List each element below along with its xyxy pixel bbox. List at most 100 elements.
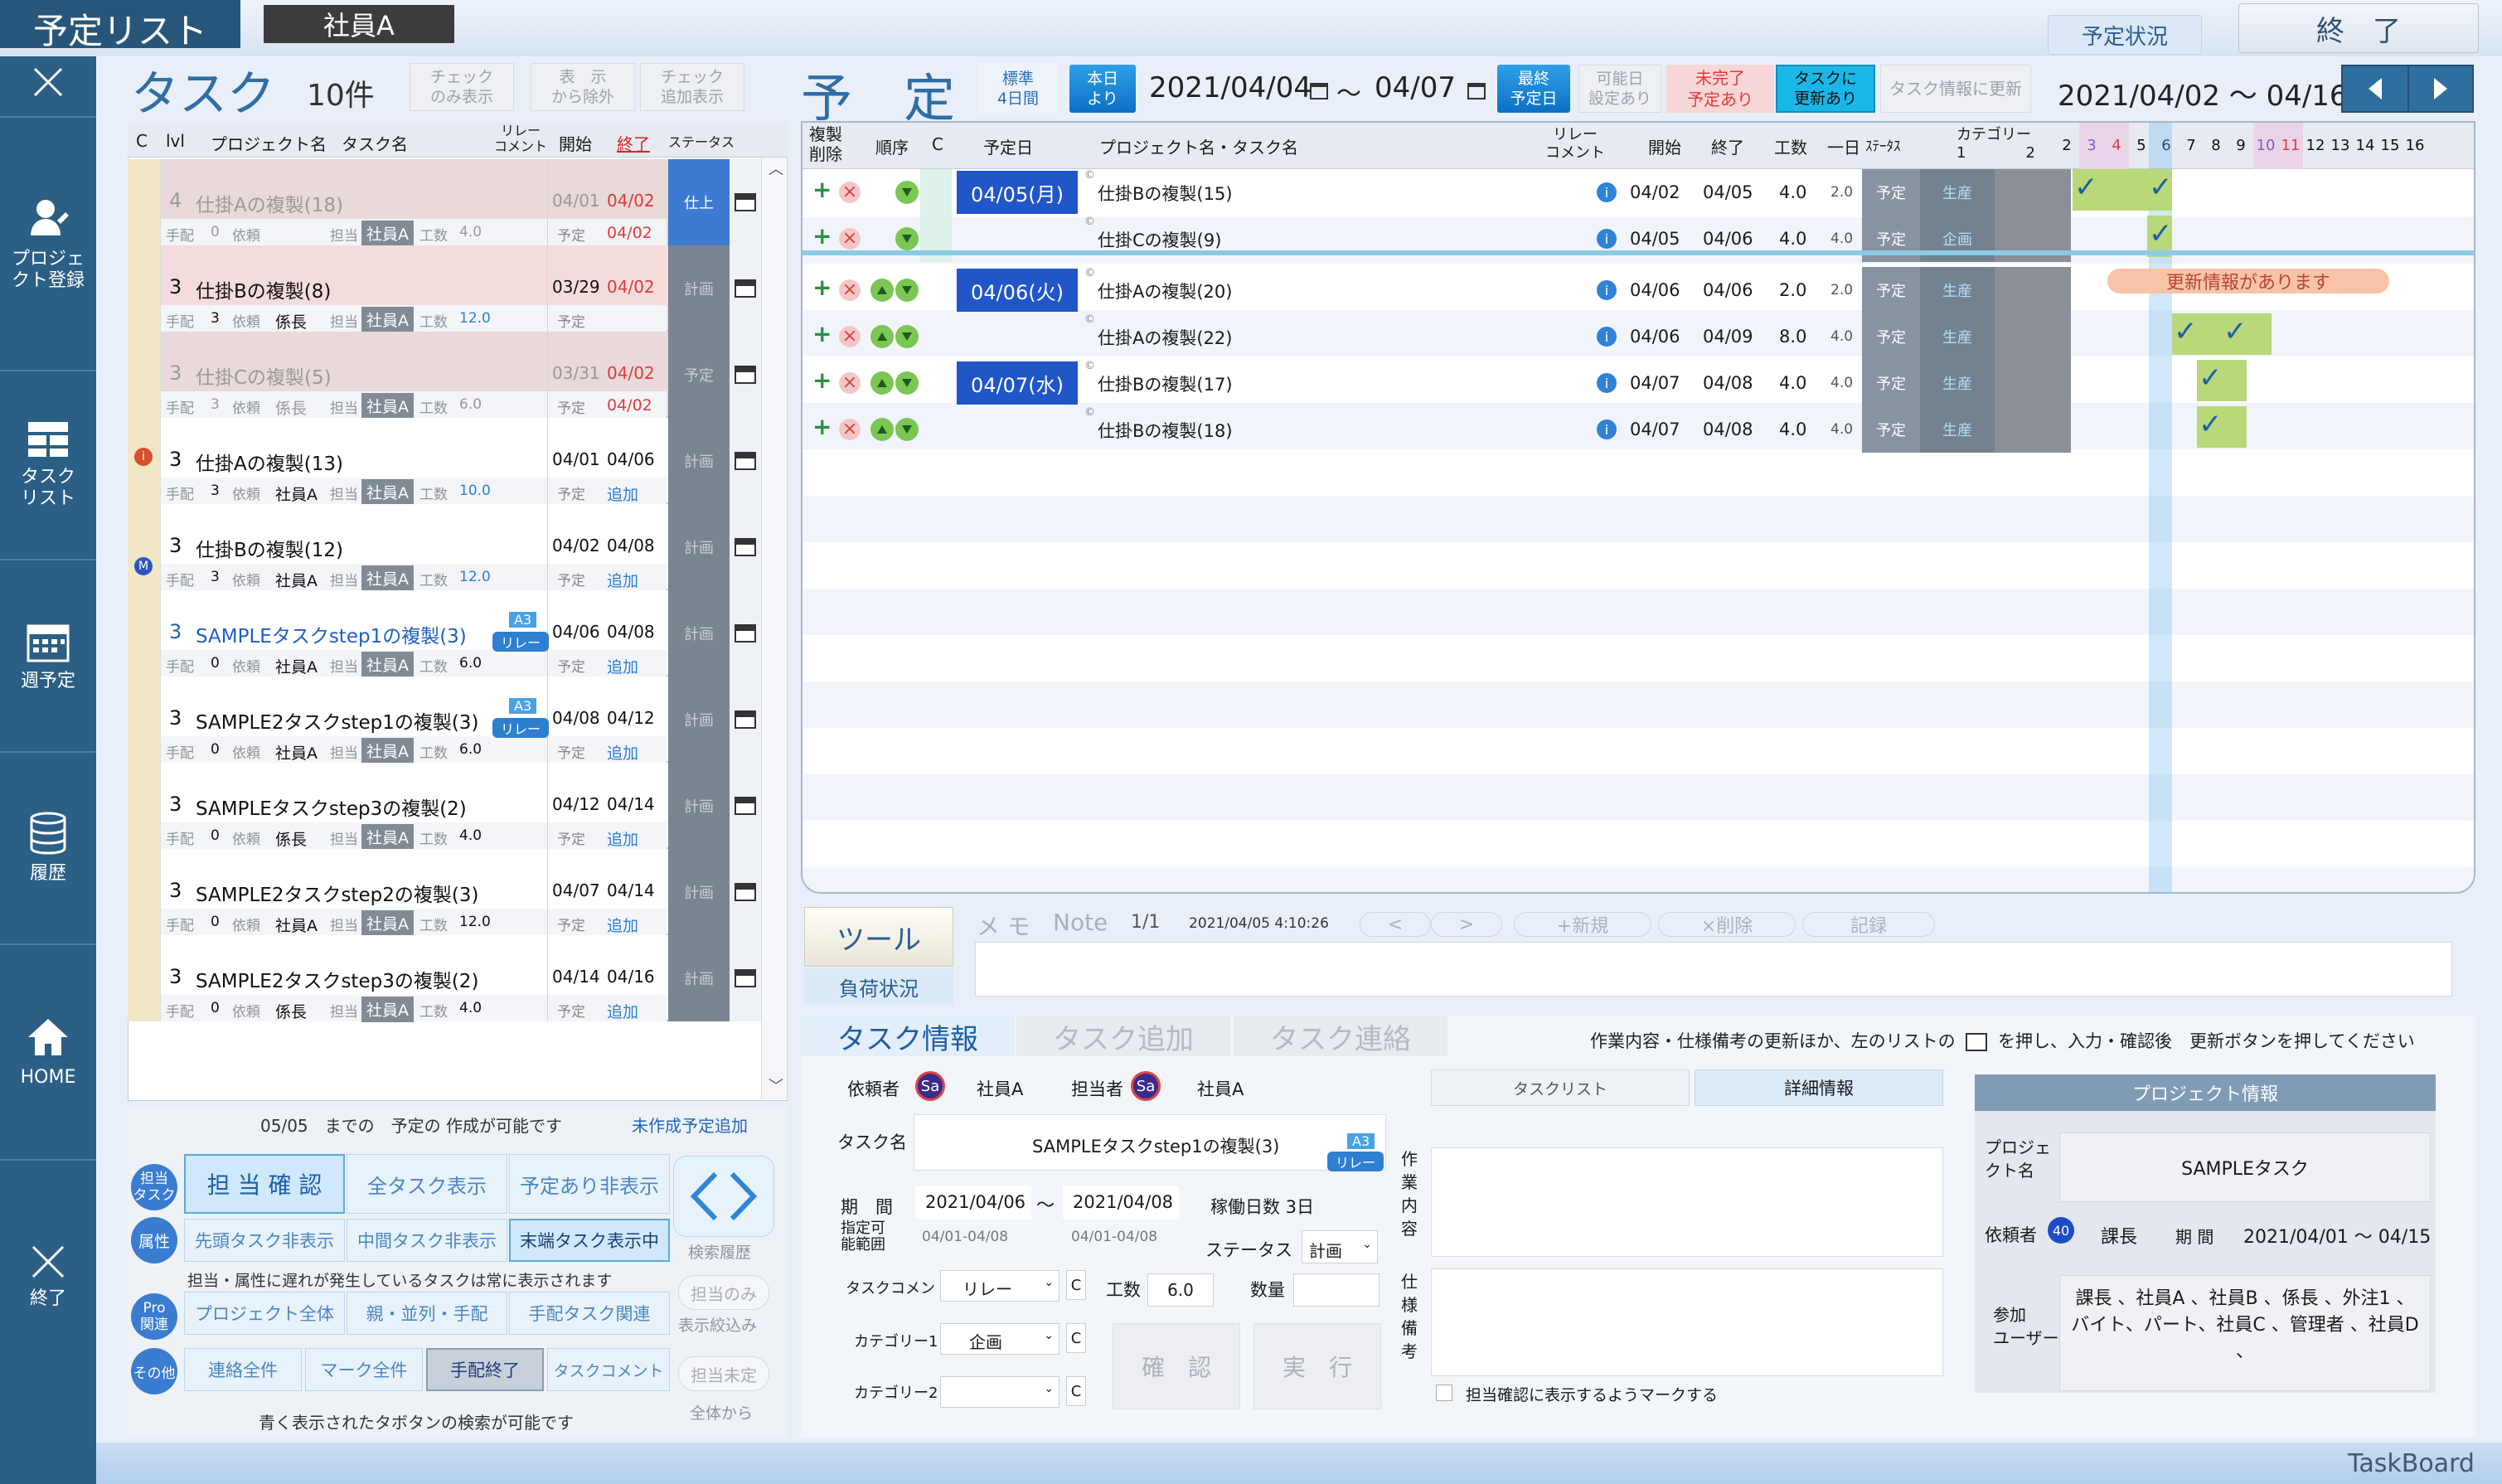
task-row[interactable]: 3 SAMPLEタスクstep3の複製(2) 04/12 04/14 手配 0 … <box>128 763 761 850</box>
hide-head-button[interactable]: 先頭タスク非表示 <box>184 1219 345 1262</box>
duplicate-button[interactable]: + <box>812 413 832 440</box>
sched-cat2[interactable] <box>1995 267 2071 313</box>
sched-name[interactable]: 仕掛Cの複製(9) <box>1098 227 1221 252</box>
task-row[interactable]: 3 仕掛Cの複製(5) 03/31 04/02 手配 3 依頼 係長 担当 社員… <box>128 332 761 419</box>
task-scrollbar[interactable]: ︿ ﹀ <box>761 158 786 1099</box>
task-plan-val[interactable]: 追加 <box>607 741 638 764</box>
info-icon[interactable]: i <box>1597 327 1617 347</box>
task-name[interactable]: 仕掛Bの複製(8) <box>196 275 331 303</box>
load-status-button[interactable]: 負荷状況 <box>804 968 953 1005</box>
task-name[interactable]: 仕掛Aの複製(18) <box>196 189 343 217</box>
task-plan-val[interactable]: 追加 <box>607 1000 638 1022</box>
task-status[interactable]: 仕上 <box>668 159 730 245</box>
check-only-button[interactable]: チェック のみ表示 <box>410 63 514 111</box>
up-arrow-button[interactable] <box>870 418 894 441</box>
task-comment-select[interactable]: リレー ⌄ <box>940 1270 1059 1302</box>
sched-status[interactable]: 予定 <box>1862 267 1920 313</box>
task-c-cell[interactable] <box>128 849 161 935</box>
detail-list-icon[interactable] <box>730 763 761 849</box>
memo-prev-button[interactable]: < <box>1360 912 1431 937</box>
status-select[interactable]: 計画 ⌄ <box>1302 1230 1378 1263</box>
delete-button[interactable]: × <box>839 372 861 394</box>
task-c-cell[interactable] <box>128 245 161 332</box>
task-status[interactable]: 計画 <box>668 677 730 763</box>
task-c-cell[interactable] <box>128 590 161 677</box>
confirm-button[interactable]: 確 認 <box>1113 1323 1240 1409</box>
sched-cat2[interactable] <box>1995 406 2071 453</box>
sched-date[interactable]: 04/05(月) <box>957 171 1078 214</box>
schedule-status-button[interactable]: 予定状況 <box>2048 15 2202 55</box>
detail-list-icon[interactable] <box>730 418 761 504</box>
standard-4days[interactable]: 標準 4日間 <box>978 63 1058 114</box>
history-nav-button[interactable] <box>673 1156 774 1237</box>
all-tasks-button[interactable]: 全タスク表示 <box>347 1154 507 1214</box>
check-add-button[interactable]: チェック 追加表示 <box>640 63 744 111</box>
delete-button[interactable]: × <box>839 228 861 250</box>
task-row[interactable]: 4 仕掛Aの複製(18) 04/01 04/02 手配 0 依頼 担当 社員A … <box>128 159 761 246</box>
sched-cat2[interactable] <box>1995 169 2071 216</box>
sidebar-item-exit[interactable]: 終了 <box>0 1161 96 1393</box>
task-list-button[interactable]: タスクリスト <box>1431 1069 1690 1106</box>
filter-side-assigned[interactable]: 担当 タスク <box>131 1164 177 1210</box>
add-unplanned-link[interactable]: 未作成予定追加 <box>632 1113 748 1137</box>
sched-date[interactable]: 04/07(水) <box>957 361 1078 405</box>
detail-list-icon[interactable] <box>730 245 761 332</box>
task-status[interactable]: 予定 <box>668 332 730 418</box>
date-from[interactable]: 2021/04/04 <box>1149 71 1312 104</box>
period-from[interactable]: 2021/04/06 <box>915 1186 1031 1219</box>
task-updated-button[interactable]: タスクに 更新あり <box>1776 65 1875 113</box>
filter-side-attr[interactable]: 属性 <box>131 1217 177 1263</box>
execute-button[interactable]: 実 行 <box>1253 1323 1381 1409</box>
duplicate-button[interactable]: + <box>812 274 832 301</box>
sidebar-item-project-register[interactable]: プロジェ クト登録 <box>0 118 96 371</box>
refresh-task-button[interactable]: タスク情報に更新 <box>1880 65 2031 113</box>
info-icon[interactable]: i <box>1597 229 1617 249</box>
detail-list-icon[interactable] <box>730 504 761 590</box>
arrange-done-button[interactable]: 手配終了 <box>426 1348 544 1391</box>
duplicate-button[interactable]: + <box>812 366 832 394</box>
prev-range-button[interactable] <box>2341 65 2409 113</box>
date-to[interactable]: 04/07 <box>1375 71 1456 104</box>
task-c-cell[interactable] <box>128 159 161 245</box>
info-icon[interactable]: i <box>1597 419 1617 439</box>
tab-task-contact[interactable]: タスク連絡 <box>1234 1016 1447 1056</box>
task-plan-val[interactable]: 追加 <box>607 483 638 505</box>
incomplete-button[interactable]: 未完了 予定あり <box>1666 65 1774 113</box>
comment-c-button[interactable]: C <box>1066 1270 1086 1300</box>
task-plan-val[interactable]: 追加 <box>607 914 638 936</box>
c-cell[interactable] <box>920 360 952 406</box>
memo-new-button[interactable]: +新規 <box>1514 912 1651 937</box>
tab-task-add[interactable]: タスク追加 <box>1016 1016 1230 1056</box>
sched-name[interactable]: 仕掛Bの複製(15) <box>1098 181 1233 206</box>
possible-date-button[interactable]: 可能日 設定あり <box>1578 65 1661 113</box>
detail-list-icon[interactable] <box>730 935 761 1021</box>
calendar-to-icon[interactable] <box>1467 83 1486 99</box>
memo-next-button[interactable]: > <box>1431 912 1502 937</box>
kosu-input[interactable]: 6.0 <box>1147 1273 1214 1307</box>
duplicate-button[interactable]: + <box>812 222 832 250</box>
task-row[interactable]: 3 仕掛Bの複製(12) 04/02 04/08 手配 3 依頼 社員A 担当 … <box>128 504 761 591</box>
task-plan-val[interactable]: 追加 <box>607 827 638 850</box>
sched-status[interactable]: 予定 <box>1862 360 1920 406</box>
task-name[interactable]: SAMPLE2タスクstep1の複製(3) <box>196 706 478 735</box>
task-row[interactable]: 3 SAMPLE2タスクstep2の複製(3) 04/07 04/14 手配 0… <box>128 849 761 936</box>
task-row[interactable]: 3 SAMPLE2タスクstep3の複製(2) 04/14 04/16 手配 0… <box>128 935 761 1022</box>
info-icon[interactable]: i <box>1597 280 1617 300</box>
task-plan-val[interactable]: 追加 <box>607 655 638 677</box>
sched-cat[interactable]: 生産 <box>1920 169 1995 216</box>
cat2-select[interactable]: ⌄ <box>940 1376 1059 1408</box>
task-comment-button[interactable]: タスクコメント <box>547 1348 670 1391</box>
task-status[interactable]: 計画 <box>668 418 730 504</box>
task-row[interactable]: 3 仕掛Aの複製(13) 04/01 04/06 手配 3 依頼 社員A 担当 … <box>128 418 761 505</box>
period-to[interactable]: 2021/04/08 <box>1063 1186 1179 1219</box>
task-status[interactable]: 計画 <box>668 849 730 935</box>
down-arrow-button[interactable] <box>895 418 919 441</box>
sched-cat[interactable]: 生産 <box>1920 313 1995 360</box>
delete-button[interactable]: × <box>839 419 861 440</box>
sidebar-item-history[interactable]: 履歴 <box>0 753 96 945</box>
sched-date[interactable] <box>957 408 1078 451</box>
down-arrow-button[interactable] <box>895 181 919 204</box>
detail-list-icon[interactable] <box>730 677 761 763</box>
mark-all-button[interactable]: マーク全件 <box>305 1348 423 1391</box>
down-arrow-button[interactable] <box>895 279 919 302</box>
